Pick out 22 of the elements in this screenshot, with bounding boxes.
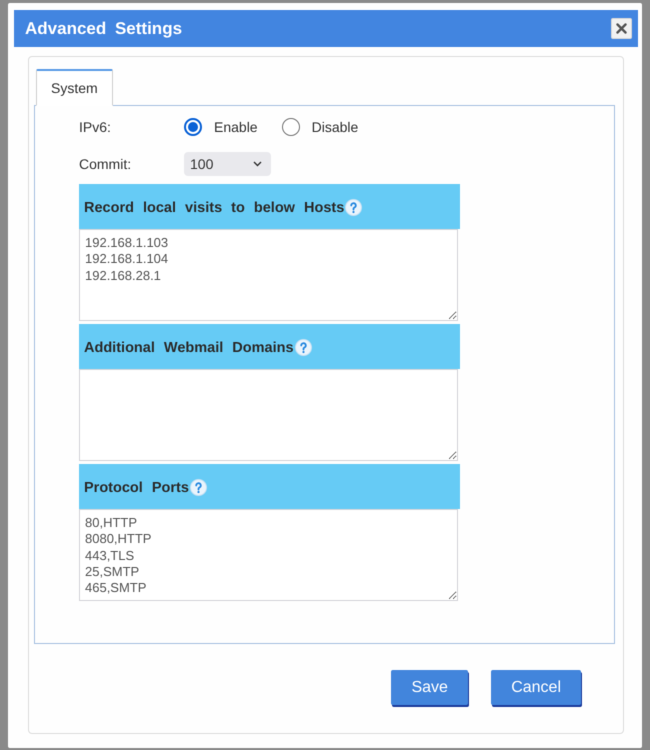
help-icon[interactable]: [345, 199, 362, 216]
dialog-title: Advanced Settings: [25, 18, 182, 38]
cancel-button[interactable]: Cancel: [491, 670, 581, 705]
save-button[interactable]: Save: [391, 670, 468, 705]
chevron-down-icon: [253, 161, 262, 167]
field-label: IPv6:: [79, 119, 112, 135]
tab[interactable]: System: [36, 69, 113, 106]
field-label: Commit:: [79, 156, 132, 172]
radio-button[interactable]: [184, 118, 202, 136]
section-title: Additional Webmail Domains: [84, 340, 294, 356]
radio-label[interactable]: Disable: [312, 119, 358, 135]
section-title: Record local visits to below Hosts: [84, 200, 344, 216]
radio-label[interactable]: Enable: [214, 119, 258, 135]
radio-button[interactable]: [282, 118, 300, 136]
close-button[interactable]: [611, 18, 632, 39]
commit-select[interactable]: 100: [184, 152, 271, 176]
help-icon[interactable]: [190, 479, 207, 496]
text-area[interactable]: 80,HTTP 8080,HTTP 443,TLS 25,SMTP 465,SMTP: [79, 509, 458, 601]
text-area[interactable]: 192.168.1.103 192.168.1.104 192.168.28.1: [79, 229, 458, 321]
help-icon[interactable]: [294, 339, 312, 356]
close-icon: [616, 23, 627, 34]
section-title: Protocol Ports: [84, 480, 189, 496]
